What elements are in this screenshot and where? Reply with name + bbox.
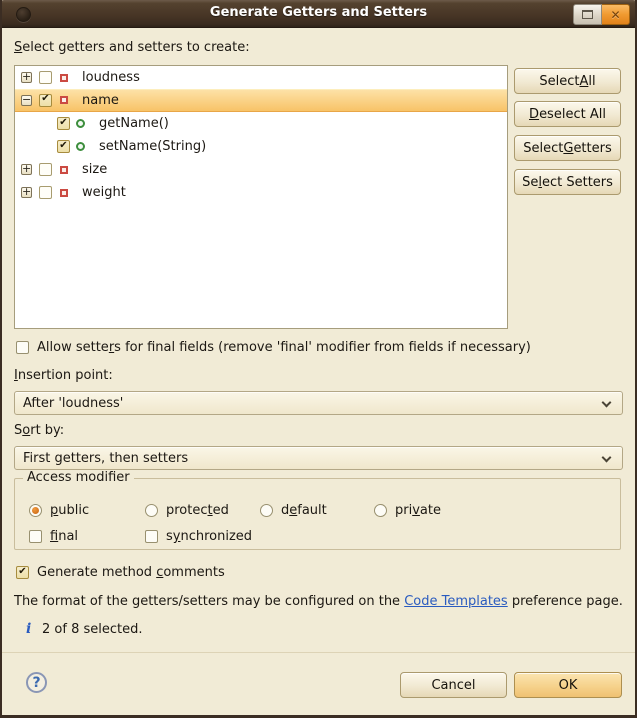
insertion-point-label: Insertion point: (14, 368, 113, 383)
window-controls: ✕ (573, 4, 630, 23)
chevron-down-icon (602, 398, 612, 408)
row-checkbox[interactable]: ✔ (57, 117, 70, 130)
row-checkbox[interactable] (39, 71, 52, 84)
tree-row-label: loudness (82, 70, 140, 85)
sort-by-select[interactable]: First getters, then setters (14, 446, 623, 470)
cancel-button[interactable]: Cancel (400, 672, 507, 698)
radio-private[interactable]: private (374, 503, 441, 518)
collapse-icon[interactable]: − (21, 95, 32, 106)
info-icon: i (26, 621, 31, 637)
check-icon: ✔ (18, 567, 26, 577)
select-all-button[interactable]: Select All (514, 68, 621, 94)
field-icon (60, 189, 68, 197)
selection-status: 2 of 8 selected. (42, 622, 142, 637)
tree-section-label: Select getters and setters to create: (14, 40, 250, 55)
radio-icon (145, 504, 158, 517)
tree-row-label: size (82, 162, 107, 177)
titlebar: Generate Getters and Setters ✕ (0, 0, 637, 28)
tree-row-label: name (82, 93, 119, 108)
checkbox-icon (29, 530, 42, 543)
tree-row-getname[interactable]: ✔ getName() (15, 112, 507, 135)
tree-row-weight[interactable]: + weight (15, 181, 507, 204)
close-button[interactable]: ✕ (602, 4, 630, 25)
row-checkbox[interactable]: ✔ (39, 94, 52, 107)
sort-by-label: Sort by: (14, 423, 64, 438)
allow-setters-checkbox[interactable]: Allow setters for final fields (remove '… (16, 340, 531, 355)
insertion-point-value: After 'loudness' (23, 396, 123, 411)
radio-icon (374, 504, 387, 517)
radio-icon (29, 504, 42, 517)
chevron-down-icon (602, 453, 612, 463)
tree-row-label: getName() (99, 116, 169, 131)
method-icon (76, 119, 85, 128)
row-checkbox[interactable] (39, 163, 52, 176)
check-icon: ✔ (41, 94, 49, 104)
maximize-button[interactable] (573, 4, 602, 25)
format-note-suffix: preference page. (508, 594, 623, 609)
ok-button[interactable]: OK (514, 672, 622, 698)
tree-row-label: setName(String) (99, 139, 206, 154)
generate-comments-checkbox[interactable]: ✔ Generate method comments (16, 565, 225, 580)
expand-icon[interactable]: + (21, 164, 32, 175)
generate-comments-label: Generate method comments (37, 565, 225, 580)
select-getters-button[interactable]: Select Getters (514, 135, 621, 161)
format-note: The format of the getters/setters may be… (14, 594, 626, 609)
expand-icon[interactable]: + (21, 72, 32, 83)
footer-separator (2, 652, 635, 653)
maximize-icon (582, 10, 593, 19)
check-icon: ✔ (59, 118, 67, 128)
field-icon (60, 74, 68, 82)
help-icon: ? (32, 676, 40, 690)
sort-by-value: First getters, then setters (23, 451, 188, 466)
radio-public[interactable]: public (29, 503, 89, 518)
row-checkbox[interactable]: ✔ (57, 140, 70, 153)
field-icon (60, 96, 68, 104)
method-icon (76, 142, 85, 151)
tree-row-name[interactable]: − ✔ name (15, 89, 507, 112)
tree-row-setname[interactable]: ✔ setName(String) (15, 135, 507, 158)
tree-row-label: weight (82, 185, 126, 200)
code-templates-link[interactable]: Code Templates (404, 594, 508, 609)
checkbox-icon: ✔ (16, 566, 29, 579)
format-note-prefix: The format of the getters/setters may be… (14, 594, 404, 609)
checkbox-icon (145, 530, 158, 543)
access-modifier-group: Access modifier public protected default… (14, 478, 621, 550)
access-modifier-legend: Access modifier (23, 470, 134, 485)
getter-setter-tree[interactable]: + loudness − ✔ name ✔ getName() ✔ setNam… (14, 65, 508, 329)
tree-row-loudness[interactable]: + loudness (15, 66, 507, 89)
checkbox-icon (16, 341, 29, 354)
expand-icon[interactable]: + (21, 187, 32, 198)
field-icon (60, 166, 68, 174)
radio-default[interactable]: default (260, 503, 327, 518)
tree-row-size[interactable]: + size (15, 158, 507, 181)
row-checkbox[interactable] (39, 186, 52, 199)
deselect-all-button[interactable]: Deselect All (514, 101, 621, 127)
radio-protected[interactable]: protected (145, 503, 229, 518)
help-button[interactable]: ? (26, 672, 47, 693)
insertion-point-select[interactable]: After 'loudness' (14, 391, 623, 415)
allow-setters-label: Allow setters for final fields (remove '… (37, 340, 531, 355)
radio-icon (260, 504, 273, 517)
final-checkbox[interactable]: final (29, 529, 78, 544)
close-icon: ✕ (610, 9, 620, 21)
check-icon: ✔ (59, 141, 67, 151)
window-title: Generate Getters and Setters (0, 5, 637, 20)
synchronized-checkbox[interactable]: synchronized (145, 529, 252, 544)
select-setters-button[interactable]: Select Setters (514, 169, 621, 195)
